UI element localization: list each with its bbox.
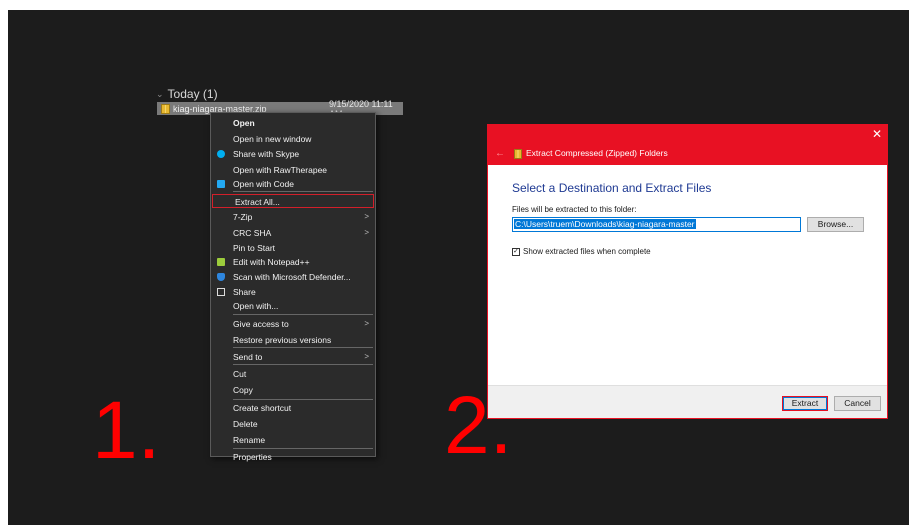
menu-item-open-with-code[interactable]: Open with Code (211, 177, 375, 191)
menu-item-rename[interactable]: Rename (211, 433, 375, 447)
menu-item-share[interactable]: Share (211, 285, 375, 299)
show-files-label: Show extracted files when complete (523, 247, 651, 256)
menu-item-label: Extract All... (235, 197, 280, 207)
menu-item-label: Restore previous versions (233, 335, 332, 345)
menu-separator (233, 364, 373, 365)
menu-item-label: Open with Code (233, 179, 294, 189)
menu-item-copy[interactable]: Copy (211, 383, 375, 397)
menu-item-open-with[interactable]: Open with... (211, 299, 375, 313)
menu-item-7-zip[interactable]: 7-Zip > (211, 210, 375, 224)
dialog-titlebar: ✕ ← Extract Compressed (Zipped) Folders (488, 125, 887, 165)
menu-item-label: Create shortcut (233, 403, 292, 413)
menu-item-label: Pin to Start (233, 243, 276, 253)
chevron-down-icon: ⌄ (156, 88, 164, 99)
show-files-option[interactable]: ✓ Show extracted files when complete (512, 247, 651, 256)
menu-item-label: Scan with Microsoft Defender... (233, 272, 351, 282)
dialog-title: Extract Compressed (Zipped) Folders (526, 148, 668, 158)
step-one-label: 1. (92, 385, 161, 476)
menu-item-label: Copy (233, 385, 253, 395)
menu-item-label: 7-Zip (233, 212, 253, 222)
menu-item-cut[interactable]: Cut (211, 367, 375, 381)
menu-item-label: Cut (233, 369, 247, 379)
menu-item-crc-sha[interactable]: CRC SHA > (211, 226, 375, 240)
destination-label: Files will be extracted to this folder: (512, 205, 637, 214)
vscode-icon (217, 180, 225, 188)
menu-item-open-in-new-window[interactable]: Open in new window (211, 132, 375, 146)
menu-separator (233, 448, 373, 449)
destination-path-input[interactable]: C:\Users\truem\Downloads\kiag-niagara-ma… (512, 217, 801, 232)
menu-item-label: Give access to (233, 319, 289, 329)
menu-item-open-with-rawtherapee[interactable]: Open with RawTherapee (211, 163, 375, 177)
share-icon (217, 288, 225, 296)
context-menu: Open Open in new window Share with Skype Op… (210, 112, 376, 462)
menu-item-pin-to-start[interactable]: Pin to Start (211, 241, 375, 255)
menu-item-label: Edit with Notepad++ (233, 257, 310, 267)
submenu-arrow-icon: > (364, 228, 369, 237)
skype-icon (217, 150, 225, 158)
submenu-arrow-icon: > (364, 352, 369, 361)
menu-item-label: Send to (233, 352, 263, 362)
back-arrow-icon[interactable]: ← (495, 148, 505, 159)
dialog-heading: Select a Destination and Extract Files (512, 181, 712, 195)
zip-folder-icon (514, 149, 522, 159)
menu-item-label: Share (233, 287, 256, 297)
cancel-button[interactable]: Cancel (834, 396, 881, 411)
menu-item-label: CRC SHA (233, 228, 272, 238)
menu-item-share-with-skype[interactable]: Share with Skype (211, 147, 375, 161)
menu-separator (233, 347, 373, 348)
dialog-footer: Extract Cancel (488, 385, 887, 418)
extract-button[interactable]: Extract (782, 396, 828, 411)
menu-item-scan-with-microsoft-defender[interactable]: Scan with Microsoft Defender... (211, 270, 375, 284)
notepadpp-icon (217, 258, 225, 266)
submenu-arrow-icon: > (364, 212, 369, 221)
menu-item-label: Delete (233, 419, 258, 429)
menu-item-create-shortcut[interactable]: Create shortcut (211, 401, 375, 415)
close-icon[interactable]: ✕ (872, 127, 882, 141)
menu-item-label: Properties (233, 452, 272, 462)
group-header-label: Today (1) (167, 87, 218, 101)
menu-item-properties[interactable]: Properties (211, 450, 375, 464)
menu-item-give-access-to[interactable]: Give access to > (211, 317, 375, 331)
extract-dialog: ✕ ← Extract Compressed (Zipped) Folders … (487, 124, 888, 419)
screen-background: ⌄ Today (1) kiag-niagara-master.zip 9/15… (8, 10, 909, 525)
menu-item-edit-with-notepad[interactable]: Edit with Notepad++ (211, 255, 375, 269)
menu-item-label: Open with... (233, 301, 279, 311)
menu-item-delete[interactable]: Delete (211, 417, 375, 431)
menu-item-restore-previous-versions[interactable]: Restore previous versions (211, 333, 375, 347)
menu-item-label: Share with Skype (233, 149, 300, 159)
menu-item-label: Open (233, 118, 255, 128)
destination-path-text: C:\Users\truem\Downloads\kiag-niagara-ma… (514, 219, 696, 229)
menu-separator (233, 314, 373, 315)
submenu-arrow-icon: > (364, 319, 369, 328)
menu-separator (233, 399, 373, 400)
show-files-checkbox[interactable]: ✓ (512, 247, 520, 256)
menu-item-open[interactable]: Open (211, 116, 375, 130)
menu-item-label: Rename (233, 435, 266, 445)
menu-item-label: Open with RawTherapee (233, 165, 328, 175)
defender-shield-icon (217, 273, 225, 281)
menu-item-extract-all[interactable]: Extract All... (212, 194, 374, 208)
menu-item-label: Open in new window (233, 134, 312, 144)
zip-folder-icon (161, 103, 170, 114)
group-header-today[interactable]: ⌄ Today (1) (156, 87, 218, 101)
menu-item-send-to[interactable]: Send to > (211, 350, 375, 364)
menu-separator (233, 191, 373, 192)
browse-button[interactable]: Browse... (807, 217, 864, 232)
